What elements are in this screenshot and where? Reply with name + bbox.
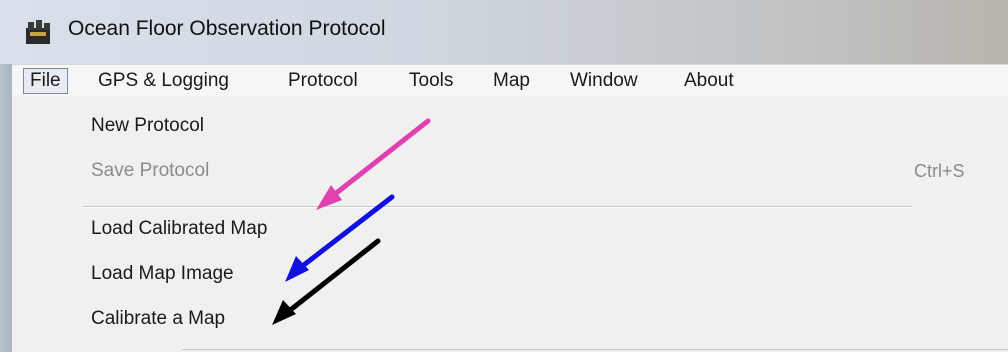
menu-map[interactable]: Map — [493, 69, 530, 93]
app-icon — [26, 20, 50, 44]
menu-gps-logging[interactable]: GPS & Logging — [98, 69, 229, 93]
file-dropdown-menu: New Protocol Save Protocol Ctrl+S Load C… — [12, 96, 1008, 352]
menu-file[interactable]: File — [23, 68, 68, 94]
menu-item-save-protocol: Save Protocol — [91, 160, 210, 181]
window-title: Ocean Floor Observation Protocol — [68, 17, 386, 40]
save-shortcut: Ctrl+S — [914, 161, 965, 181]
menu-about[interactable]: About — [684, 69, 734, 93]
menu-bottom-edge — [182, 349, 1008, 350]
menu-item-load-calibrated-map[interactable]: Load Calibrated Map — [91, 216, 267, 242]
window-frame-left — [0, 64, 12, 352]
menu-window[interactable]: Window — [570, 69, 638, 93]
menu-item-load-map-image[interactable]: Load Map Image — [91, 261, 234, 287]
menu-item-new-protocol[interactable]: New Protocol — [91, 113, 204, 139]
menu-item-calibrate-map[interactable]: Calibrate a Map — [91, 306, 225, 332]
menu-separator — [82, 206, 912, 208]
menu-bar: File GPS & Logging Protocol Tools Map Wi… — [12, 64, 1008, 97]
menu-tools[interactable]: Tools — [409, 69, 453, 93]
title-bar: Ocean Floor Observation Protocol — [0, 0, 1008, 64]
menu-protocol[interactable]: Protocol — [288, 69, 358, 93]
